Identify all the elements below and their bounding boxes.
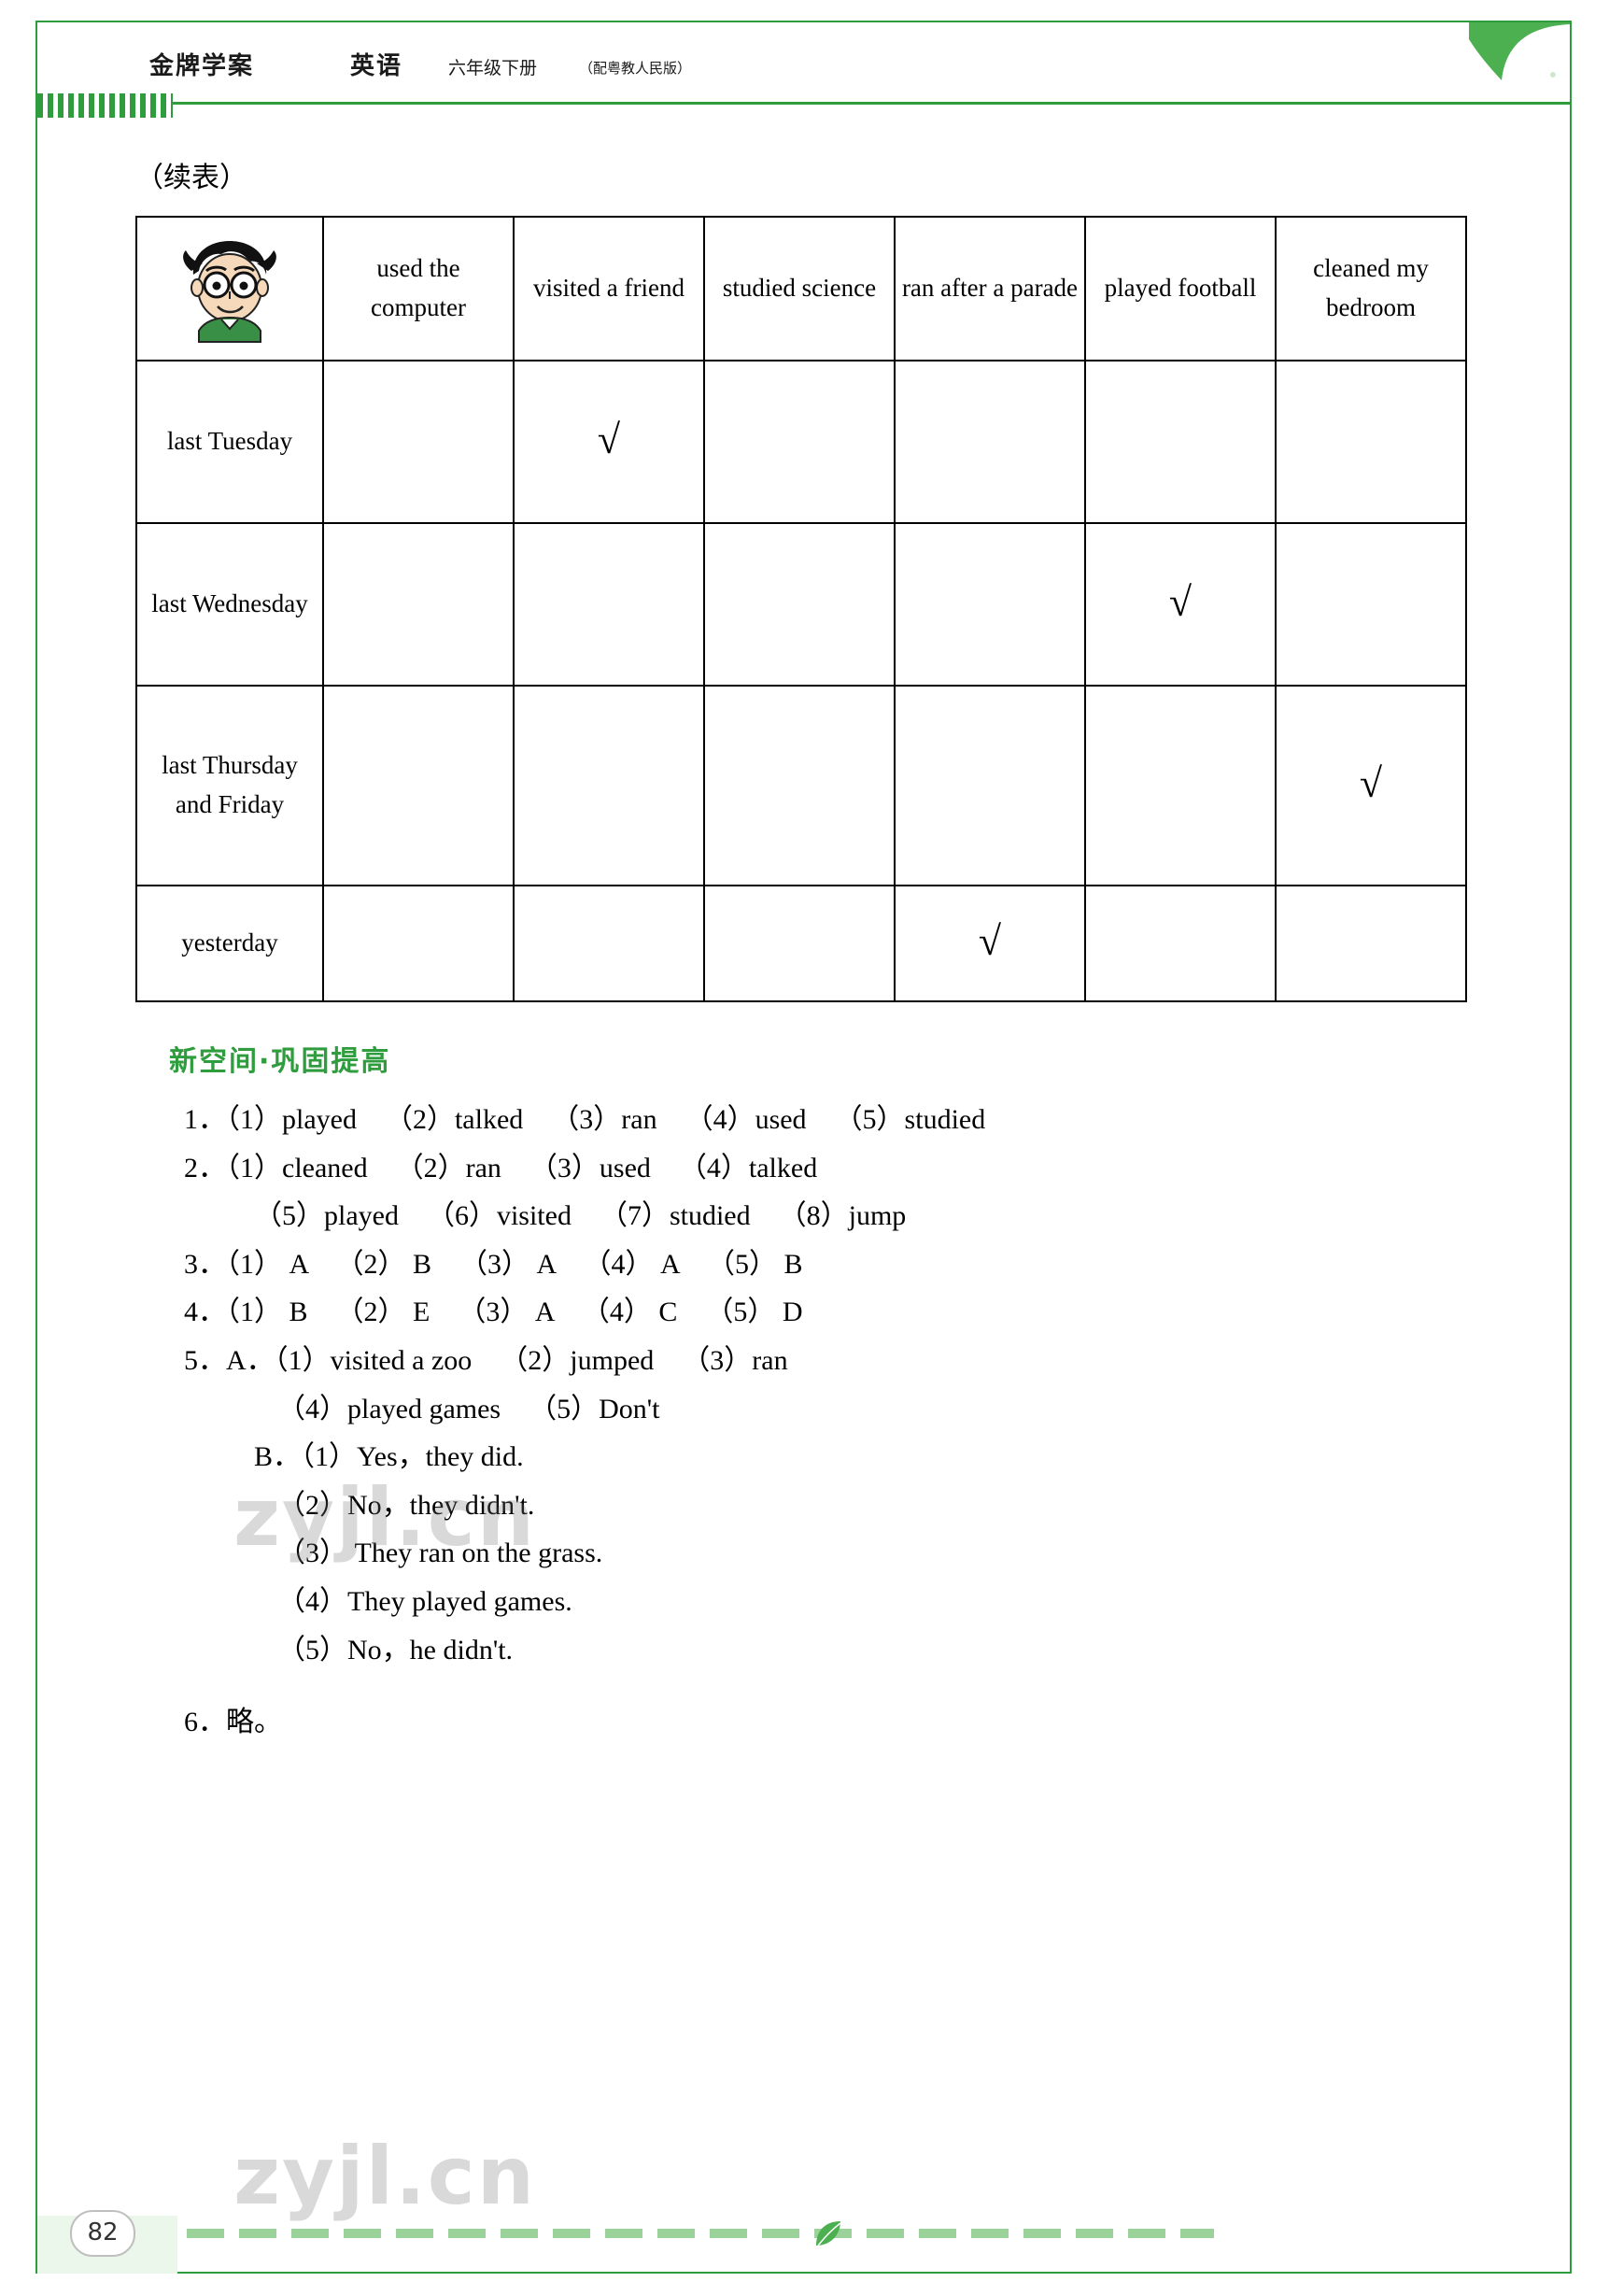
table-col-header: used the computer xyxy=(322,216,515,361)
answer-line: 1．（1）played （2）talked （3）ran （4）used （5）… xyxy=(184,1104,986,1135)
answer-line: （5）No，he didn't. xyxy=(277,1634,514,1665)
table-cell xyxy=(894,685,1086,886)
table-cell xyxy=(1275,885,1467,1002)
table-row: last Thursday and Friday √ xyxy=(135,685,1467,886)
footer-dash-line xyxy=(187,2229,1214,2238)
answer-line: 2．（1）cleaned （2）ran （3）used （4）talked xyxy=(184,1152,818,1183)
table-cell xyxy=(703,685,896,886)
table-col-header: visited a friend xyxy=(513,216,705,361)
table-row: last Tuesday √ xyxy=(135,360,1467,524)
table-cell xyxy=(322,522,515,687)
table-cell xyxy=(703,522,896,687)
answer-line: 5．A．（1）visited a zoo （2）jumped （3）ran xyxy=(184,1344,788,1376)
answer-line: （2）No，they didn't. xyxy=(277,1489,535,1521)
table-row: last Wednesday √ xyxy=(135,522,1467,687)
continued-table-label: （续表） xyxy=(135,162,247,194)
table-row-label: last Thursday and Friday xyxy=(135,685,324,886)
table-cell xyxy=(513,685,705,886)
table-col-header: played football xyxy=(1084,216,1277,361)
boy-avatar-icon xyxy=(175,234,285,344)
answer-line: （4）played games （5）Don't xyxy=(277,1393,660,1424)
table-cell xyxy=(322,360,515,524)
answer-line: （4）They played games. xyxy=(277,1585,572,1617)
header-stripe-decoration xyxy=(37,93,173,118)
table-cell-check: √ xyxy=(513,360,705,524)
answer-line: 3．（1） A （2） B （3） A （4） A （5） B xyxy=(184,1248,803,1280)
page-number: 82 xyxy=(70,2210,135,2257)
answer-line: （3） They ran on the grass. xyxy=(277,1538,603,1569)
page: 金牌学案 英语 六年级下册 （配粤教人民版） （续表） used the com… xyxy=(0,0,1609,2296)
avatar-cell xyxy=(135,216,324,361)
activity-table: used the computer visited a friend studi… xyxy=(135,216,1467,1002)
book-edition: （配粤教人民版） xyxy=(579,60,692,77)
table-col-header: ran after a parade xyxy=(894,216,1086,361)
leaf-decoration-icon xyxy=(1413,22,1572,88)
answer-line: 6．略。 xyxy=(184,1707,282,1738)
table-cell xyxy=(1084,685,1277,886)
table-row-label: yesterday xyxy=(135,885,324,1002)
section-heading: 新空间·巩固提高 xyxy=(169,1045,391,1078)
book-subject: 英语 xyxy=(350,52,403,80)
answer-list: 1．（1）played （2）talked （3）ran （4）used （5）… xyxy=(184,1096,1471,1747)
footer-leaf-icon xyxy=(812,2218,844,2249)
book-title: 金牌学案 xyxy=(149,52,255,80)
table-cell xyxy=(1084,360,1277,524)
answer-line: 4．（1） B （2） E （3） A （4） C （5） D xyxy=(184,1297,803,1328)
page-header xyxy=(37,22,1570,105)
table-cell-check: √ xyxy=(1084,522,1277,687)
table-col-header: cleaned my bedroom xyxy=(1275,216,1467,361)
table-cell-check: √ xyxy=(1275,685,1467,886)
table-cell xyxy=(703,885,896,1002)
table-row: yesterday √ xyxy=(135,885,1467,1002)
check-mark-icon: √ xyxy=(1168,578,1193,625)
table-cell xyxy=(1084,885,1277,1002)
table-col-header: studied science xyxy=(703,216,896,361)
answer-line: （5）played （6）visited （7）studied （8）jump xyxy=(254,1200,907,1232)
book-grade: 六年级下册 xyxy=(448,58,538,78)
table-cell xyxy=(1275,522,1467,687)
table-cell xyxy=(513,885,705,1002)
answer-line: B．（1）Yes，they did. xyxy=(254,1441,524,1473)
table-cell xyxy=(703,360,896,524)
table-cell xyxy=(894,360,1086,524)
check-mark-icon: √ xyxy=(978,917,1002,964)
table-cell-check: √ xyxy=(894,885,1086,1002)
table-row-label: last Wednesday xyxy=(135,522,324,687)
table-header-row: used the computer visited a friend studi… xyxy=(135,216,1467,361)
table-cell xyxy=(1275,360,1467,524)
check-mark-icon: √ xyxy=(1359,759,1383,806)
table-cell xyxy=(322,685,515,886)
table-cell xyxy=(322,885,515,1002)
table-cell xyxy=(894,522,1086,687)
table-cell xyxy=(513,522,705,687)
table-row-label: last Tuesday xyxy=(135,360,324,524)
page-content: （续表） used the computer visited a friend … xyxy=(135,154,1471,1747)
page-footer: 82 xyxy=(37,2188,1570,2274)
check-mark-icon: √ xyxy=(597,416,621,462)
